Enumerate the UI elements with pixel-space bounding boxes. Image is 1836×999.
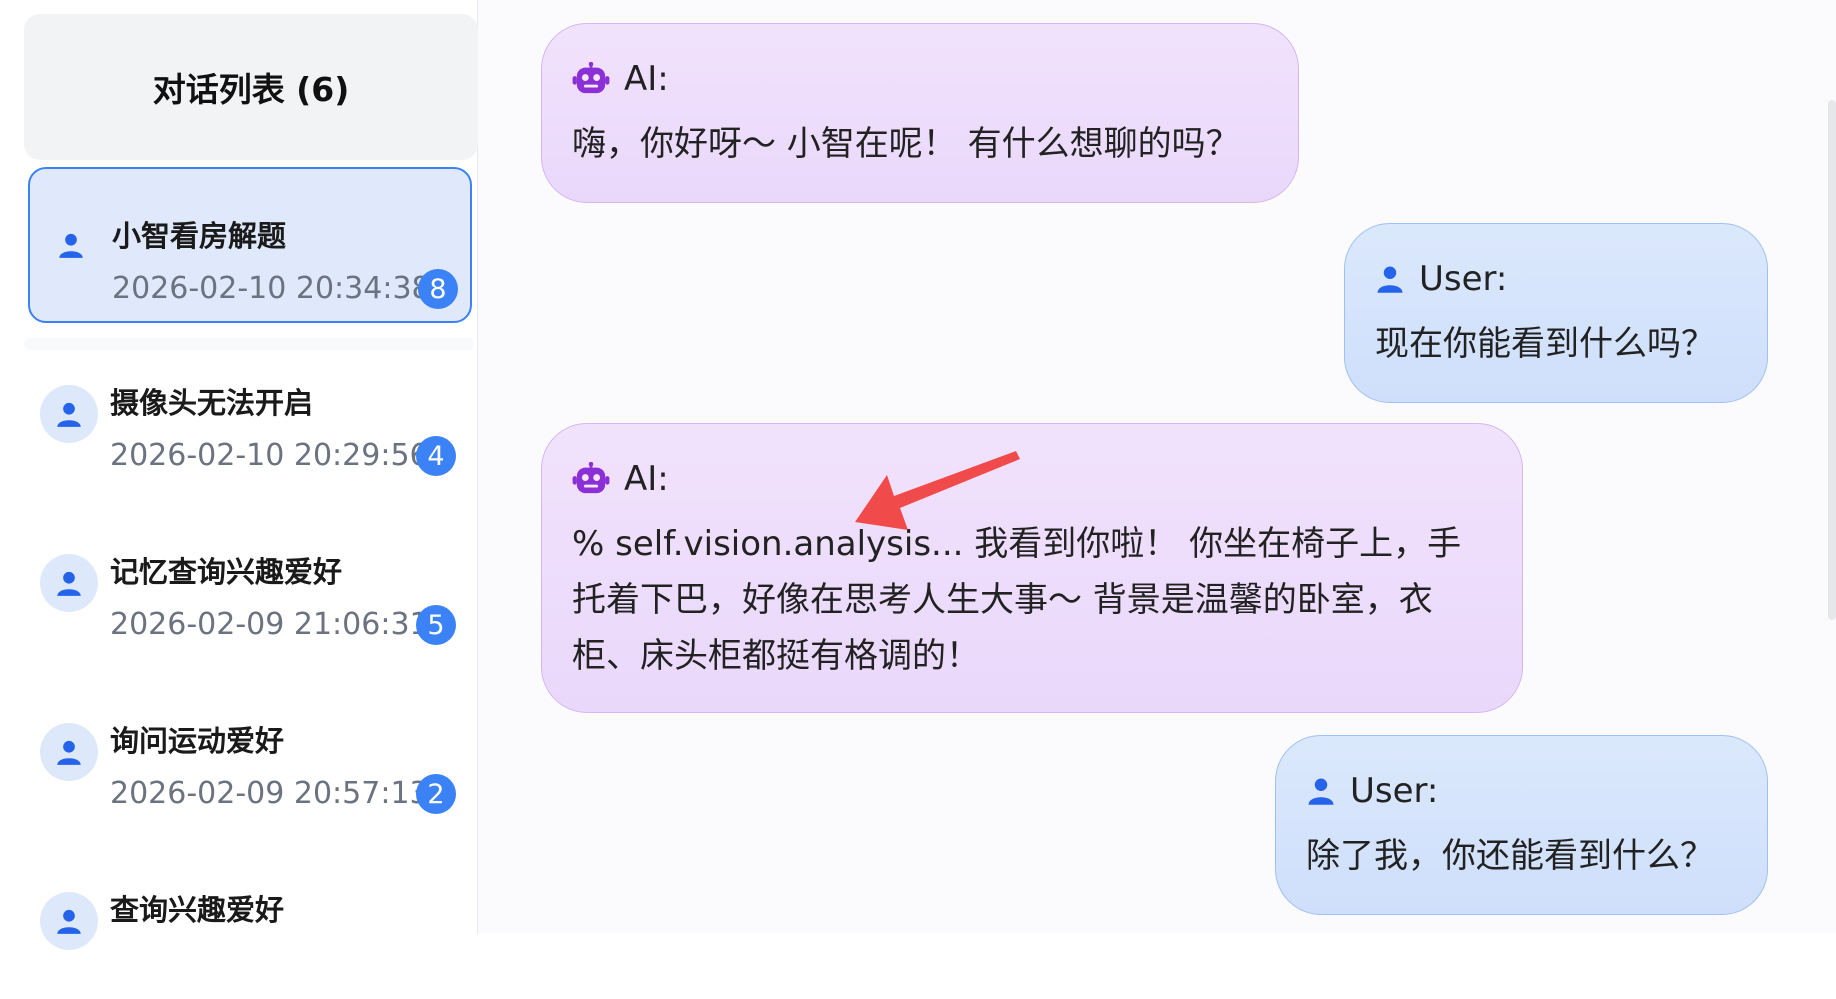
speaker-label: AI: [572,56,1268,102]
ai-message: AI: 嗨，你好呀～ 小智在呢！ 有什么想聊的吗？ [541,23,1299,203]
ai-message: AI: % self.vision.analysis... 我看到你啦！ 你坐在… [541,423,1523,713]
conversation-title: 查询兴趣爱好 [110,893,285,927]
person-icon [40,554,98,612]
person-icon [40,892,98,950]
speaker-label: User: [1306,768,1737,814]
conversation-title: 小智看房解题 [112,219,287,253]
speaker-label: AI: [572,456,1492,502]
chat-scrollbar[interactable] [1828,100,1836,620]
speaker-name: User: [1419,259,1508,299]
conversation-time: 2026-02-10 20:34:38 [112,271,431,306]
robot-icon [572,462,610,496]
message-count-badge: 4 [416,436,456,476]
conversation-item-2[interactable]: 摄像头无法开启 2026-02-10 20:29:56 4 [28,336,472,492]
person-icon [40,385,98,443]
speaker-name: AI: [624,59,669,99]
user-message: User: 除了我，你还能看到什么？ [1275,735,1768,915]
message-text: % self.vision.analysis... 我看到你啦！ 你坐在椅子上，… [572,524,1462,676]
conversation-sidebar: 对话列表 (6) 小智看房解题 2026-02-10 20:34:38 8 摄像… [0,0,478,950]
conversation-item-1[interactable]: 小智看房解题 2026-02-10 20:34:38 8 [28,167,472,323]
conversation-title: 询问运动爱好 [110,724,285,758]
conversation-item-4[interactable]: 询问运动爱好 2026-02-09 20:57:13 2 [28,674,472,830]
message-text: 除了我，你还能看到什么？ [1306,836,1714,876]
message-text: 嗨，你好呀～ 小智在呢！ 有什么想聊的吗？ [572,124,1240,164]
message-text: 现在你能看到什么吗？ [1375,324,1715,364]
message-count-badge: 8 [418,269,458,309]
conversation-item-5[interactable]: 查询兴趣爱好 [28,843,472,999]
conversation-title: 记忆查询兴趣爱好 [110,555,343,589]
person-icon [40,723,98,781]
message-count-badge: 2 [416,774,456,814]
chat-panel: AI: 嗨，你好呀～ 小智在呢！ 有什么想聊的吗？ User: 现在你能看到什么… [478,0,1836,933]
message-count-badge: 5 [416,605,456,645]
speaker-name: AI: [624,459,669,499]
conversation-time: 2026-02-09 21:06:31 [110,607,429,642]
sidebar-title: 对话列表 (6) [24,14,478,160]
speaker-label: User: [1375,256,1737,302]
person-icon [1306,775,1336,807]
speaker-name: User: [1350,771,1439,811]
person-icon [42,216,100,274]
conversation-title: 摄像头无法开启 [110,386,314,420]
robot-icon [572,62,610,96]
conversation-time: 2026-02-10 20:29:56 [110,438,429,473]
user-message: User: 现在你能看到什么吗？ [1344,223,1768,403]
conversation-item-3[interactable]: 记忆查询兴趣爱好 2026-02-09 21:06:31 5 [28,505,472,661]
person-icon [1375,263,1405,295]
conversation-time: 2026-02-09 20:57:13 [110,776,429,811]
